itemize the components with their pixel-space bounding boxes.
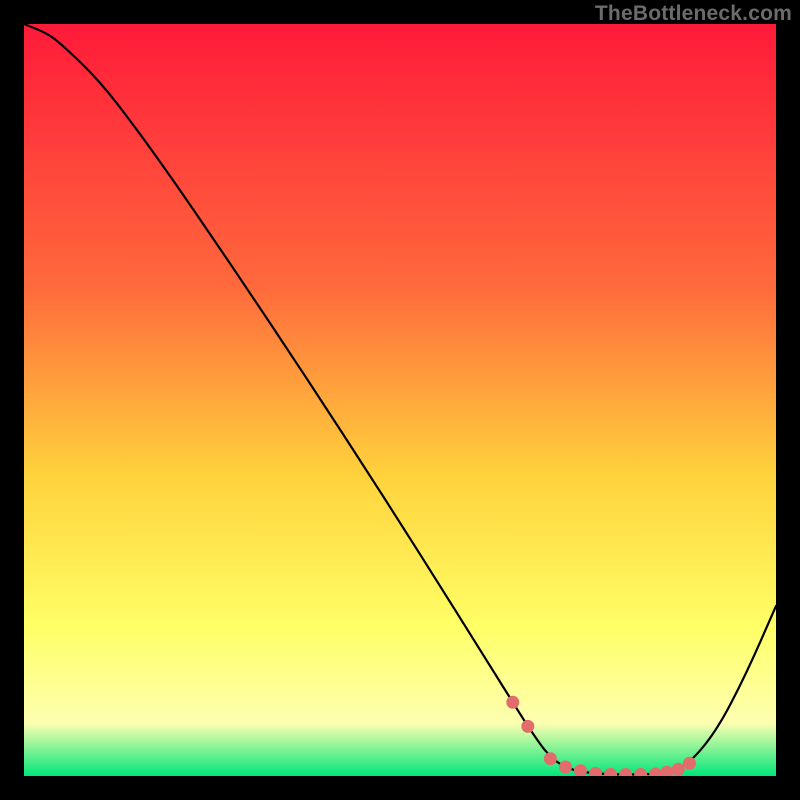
- marker-dot: [672, 763, 685, 776]
- marker-dot: [544, 752, 557, 765]
- gradient-background: [24, 24, 776, 776]
- chart-svg: [24, 24, 776, 776]
- marker-dot: [683, 757, 696, 770]
- chart-stage: TheBottleneck.com: [0, 0, 800, 800]
- marker-dot: [506, 696, 519, 709]
- marker-dot: [521, 720, 534, 733]
- watermark-text: TheBottleneck.com: [595, 2, 792, 26]
- plot-area: [24, 24, 776, 776]
- marker-dot: [559, 760, 572, 773]
